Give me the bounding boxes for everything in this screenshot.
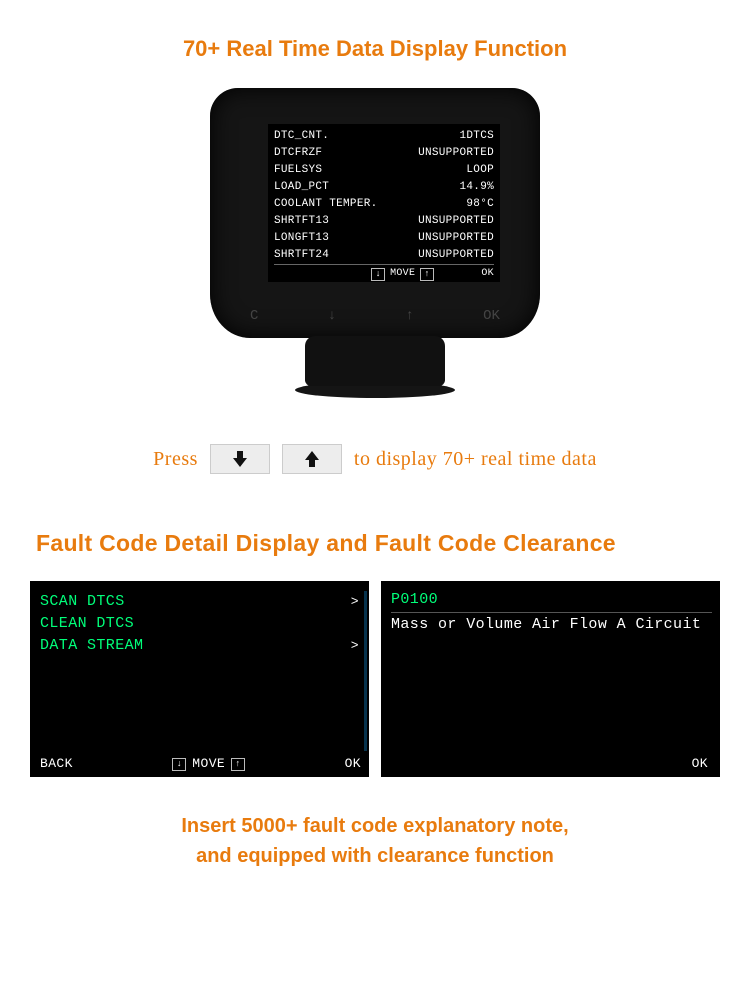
data-row: DTCFRZF UNSUPPORTED (274, 145, 494, 162)
panel-footer: OK (391, 755, 712, 773)
ok-label: OK (481, 266, 494, 282)
press-tail: to display 70+ real time data (354, 448, 597, 471)
data-row: LONGFT13 UNSUPPORTED (274, 230, 494, 247)
data-row: DTC_CNT. 1DTCS (274, 128, 494, 145)
ok-label[interactable]: OK (692, 755, 708, 773)
device-hw-buttons: C ↓ ↑ OK (250, 308, 500, 324)
menu-label: DATA STREAM (40, 635, 143, 657)
footnote-line1: Insert 5000+ fault code explanatory note… (60, 811, 690, 841)
data-label: SHRTFT13 (274, 213, 329, 230)
hw-ok-button: OK (483, 308, 500, 324)
fault-desc: Mass or Volume Air Flow A Circuit (391, 615, 712, 635)
data-label: SHRTFT24 (274, 247, 329, 264)
arrow-up-icon: ↑ (231, 758, 245, 771)
data-table: DTC_CNT. 1DTCS DTCFRZF UNSUPPORTED FUELS… (274, 128, 494, 264)
up-button[interactable] (282, 444, 342, 474)
ok-label[interactable]: OK (345, 755, 361, 773)
data-value: 98°C (466, 196, 494, 213)
panel-footer: BACK ↓ MOVE ↑ OK (40, 755, 361, 773)
footnote: Insert 5000+ fault code explanatory note… (0, 777, 750, 871)
device-stand (305, 336, 445, 386)
hw-c-button: C (250, 308, 258, 324)
data-value: LOOP (466, 162, 494, 179)
scrollbar[interactable] (364, 591, 367, 751)
data-value: UNSUPPORTED (418, 213, 494, 230)
chevron-right-icon: > (351, 635, 361, 657)
footnote-line2: and equipped with clearance function (60, 841, 690, 871)
data-label: LOAD_PCT (274, 179, 329, 196)
data-row: SHRTFT24 UNSUPPORTED (274, 247, 494, 264)
data-value: 1DTCS (459, 128, 494, 145)
arrow-down-icon: ↓ (172, 758, 186, 771)
data-value: 14.9% (459, 179, 494, 196)
menu-item-clean[interactable]: CLEAN DTCS (40, 613, 361, 635)
move-label: MOVE (192, 755, 225, 773)
menu-item-stream[interactable]: DATA STREAM > (40, 635, 361, 657)
data-value: UNSUPPORTED (418, 247, 494, 264)
arrow-down-icon (233, 451, 247, 467)
heading-realtime: 70+ Real Time Data Display Function (0, 0, 750, 82)
data-label: COOLANT TEMPER. (274, 196, 378, 213)
press-row: Press to display 70+ real time data (0, 444, 750, 474)
arrow-up-icon (305, 451, 319, 467)
data-value: UNSUPPORTED (418, 230, 494, 247)
data-row: SHRTFT13 UNSUPPORTED (274, 213, 494, 230)
data-label: FUELSYS (274, 162, 322, 179)
menu-item-scan[interactable]: SCAN DTCS > (40, 591, 361, 613)
device-body: DTC_CNT. 1DTCS DTCFRZF UNSUPPORTED FUELS… (210, 88, 540, 338)
data-row: FUELSYS LOOP (274, 162, 494, 179)
device-screen: DTC_CNT. 1DTCS DTCFRZF UNSUPPORTED FUELS… (268, 124, 500, 282)
data-label: LONGFT13 (274, 230, 329, 247)
menu-label: SCAN DTCS (40, 591, 125, 613)
back-label[interactable]: BACK (40, 755, 73, 773)
hw-down-button: ↓ (328, 308, 336, 324)
screen-footer: ↓ MOVE ↑ OK (274, 264, 494, 282)
hw-up-button: ↑ (405, 308, 413, 324)
panel-menu: SCAN DTCS > CLEAN DTCS DATA STREAM > BAC… (30, 581, 369, 777)
menu-label: CLEAN DTCS (40, 613, 134, 635)
panel-detail: P0100 Mass or Volume Air Flow A Circuit … (381, 581, 720, 777)
device-illustration: DTC_CNT. 1DTCS DTCFRZF UNSUPPORTED FUELS… (0, 82, 750, 398)
arrow-up-icon: ↑ (420, 268, 434, 281)
arrow-down-icon: ↓ (371, 268, 385, 281)
data-row: COOLANT TEMPER. 98°C (274, 196, 494, 213)
fault-code: P0100 (391, 591, 712, 613)
data-label: DTC_CNT. (274, 128, 329, 145)
press-label: Press (153, 448, 198, 471)
move-label: MOVE (390, 266, 415, 282)
heading-faultcode: Fault Code Detail Display and Fault Code… (0, 474, 750, 581)
chevron-right-icon: > (351, 591, 361, 613)
data-value: UNSUPPORTED (418, 145, 494, 162)
two-panels: SCAN DTCS > CLEAN DTCS DATA STREAM > BAC… (0, 581, 750, 777)
data-label: DTCFRZF (274, 145, 322, 162)
down-button[interactable] (210, 444, 270, 474)
data-row: LOAD_PCT 14.9% (274, 179, 494, 196)
